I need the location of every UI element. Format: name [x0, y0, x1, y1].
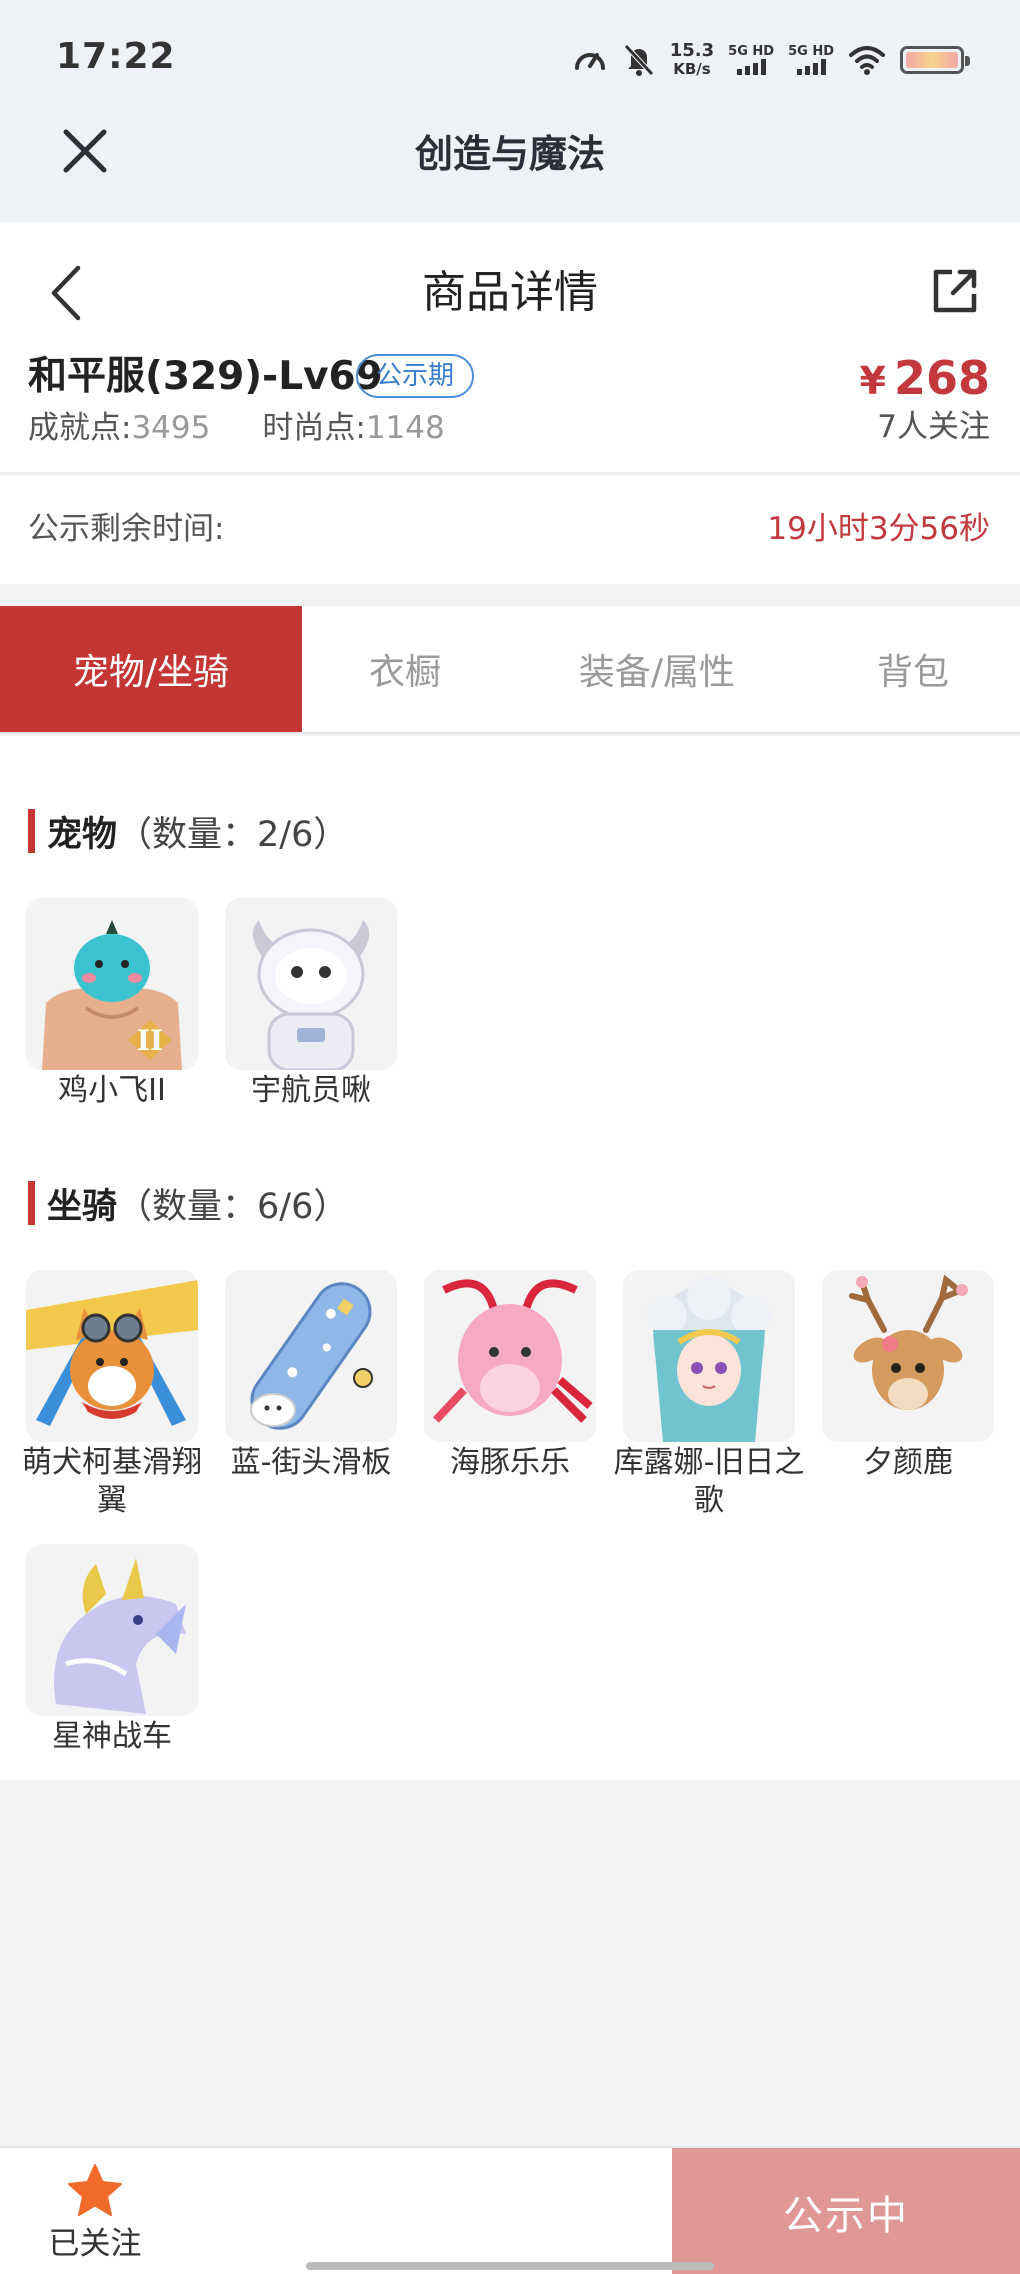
sim1-label: 5G HD	[728, 44, 775, 59]
mount-name: 海豚乐乐	[450, 1445, 570, 1480]
mount-item[interactable]: 海豚乐乐	[424, 1270, 596, 1482]
mount-item[interactable]: 库露娜-旧日之歌	[614, 1270, 804, 1520]
price-value: 268	[893, 351, 990, 405]
bell-muted-icon	[623, 44, 654, 76]
follow-label: 已关注	[48, 2226, 142, 2262]
sim2-bars-icon	[796, 59, 826, 75]
achievement-value: 3495	[131, 410, 211, 446]
mount-item[interactable]: 萌犬柯基滑翔翼	[22, 1270, 202, 1520]
mount-deer-icon	[822, 1270, 994, 1442]
mount-skateboard-icon	[225, 1270, 397, 1442]
battery-icon	[900, 46, 970, 74]
pet-astronaut-icon	[225, 898, 397, 1070]
mount-star-chariot-icon	[26, 1544, 198, 1716]
top-area: 17:22 15.3 KB/s 5G HD 5G HD 创造与魔法	[0, 0, 1020, 222]
star-icon	[68, 2164, 122, 2216]
publicity-status-button[interactable]: 公示中	[672, 2148, 1020, 2274]
mount-kuluna-icon	[623, 1270, 795, 1442]
status-bar: 17:22 15.3 KB/s 5G HD 5G HD	[0, 0, 1020, 118]
mounts-title: 坐骑	[47, 1186, 118, 1227]
product-name: 和平服(329)-Lv69	[28, 354, 383, 399]
share-external-icon[interactable]	[926, 262, 984, 320]
pet-item[interactable]: II 鸡小飞II	[26, 898, 198, 1110]
product-price: ¥268	[860, 350, 990, 409]
mount-name: 夕颜鹿	[863, 1445, 953, 1480]
tab-pets-mounts[interactable]: 宠物/坐骑	[0, 606, 302, 732]
sim2-signal: 5G HD	[788, 45, 834, 75]
pets-mounts-panel: 宠物 （数量：2/6） II 鸡小飞II 宇航员啾 坐骑 （数量：6/6） 萌犬…	[0, 736, 1020, 1780]
countdown-label: 公示剩余时间:	[28, 511, 225, 547]
tab-equipment-attributes[interactable]: 装备/属性	[508, 606, 806, 732]
speedometer-icon	[574, 53, 605, 70]
countdown-row: 公示剩余时间: 19小时3分56秒	[0, 476, 1020, 584]
mount-name: 萌犬柯基滑翔翼	[22, 1445, 202, 1518]
mount-name: 蓝-街头滑板	[230, 1445, 392, 1480]
pet-name: 鸡小飞II	[58, 1073, 166, 1108]
page-title: 商品详情	[422, 267, 598, 318]
sim2-label: 5G HD	[788, 44, 834, 59]
pet-item[interactable]: 宇航员啾	[225, 898, 397, 1110]
mini-program-header: 创造与魔法	[0, 118, 1020, 222]
svg-text:II: II	[137, 1024, 163, 1057]
detail-tabs: 宠物/坐骑 衣橱 装备/属性 背包	[0, 606, 1020, 734]
net-speed-value: 15.3	[669, 40, 715, 61]
fashion-value: 1148	[365, 410, 445, 446]
wifi-icon	[849, 46, 885, 75]
sim1-signal: 5G HD	[728, 45, 774, 75]
net-speed: 15.3 KB/s	[669, 40, 715, 79]
product-info: 和平服(329)-Lv69 公示期 成就点:3495 时尚点:1148 ¥268 …	[0, 350, 1020, 474]
mount-name: 星神战车	[52, 1719, 172, 1754]
status-badge: 公示期	[356, 354, 475, 398]
achievement-label: 成就点:	[28, 410, 132, 446]
tab-backpack[interactable]: 背包	[806, 606, 1020, 732]
follow-button[interactable]: 已关注	[40, 2162, 150, 2272]
mount-name: 库露娜-旧日之歌	[613, 1445, 805, 1518]
mounts-section-title: 坐骑 （数量：6/6）	[28, 1180, 349, 1227]
tab-wardrobe[interactable]: 衣橱	[302, 606, 508, 732]
status-icons: 15.3 KB/s 5G HD 5G HD	[572, 38, 970, 82]
product-stats: 成就点:3495 时尚点:1148	[28, 404, 445, 452]
pets-count: （数量：2/6）	[117, 814, 349, 855]
mount-item[interactable]: 星神战车	[26, 1544, 198, 1756]
mount-item[interactable]: 蓝-街头滑板	[225, 1270, 397, 1482]
sim1-bars-icon	[736, 59, 766, 75]
mini-program-title: 创造与魔法	[414, 132, 605, 176]
mount-corgi-glider-icon	[26, 1270, 198, 1442]
follower-count: 7人关注	[877, 409, 990, 445]
mount-dolphin-icon	[424, 1270, 596, 1442]
pets-section-title: 宠物 （数量：2/6）	[28, 808, 349, 855]
bottom-bar: 已关注 公示中	[0, 2146, 1020, 2274]
status-time: 17:22	[56, 36, 176, 77]
pet-name: 宇航员啾	[251, 1073, 371, 1108]
mounts-count: （数量：6/6）	[117, 1186, 349, 1227]
currency-symbol: ¥	[859, 359, 886, 403]
countdown-value: 19小时3分56秒	[767, 511, 990, 547]
net-speed-unit: KB/s	[673, 60, 711, 78]
pets-title: 宠物	[47, 814, 118, 855]
fashion-label: 时尚点:	[262, 410, 366, 446]
page-header: 商品详情	[0, 222, 1020, 352]
mount-item[interactable]: 夕颜鹿	[822, 1270, 994, 1482]
pet-chick-icon: II	[26, 898, 198, 1070]
home-indicator[interactable]	[306, 2262, 714, 2270]
